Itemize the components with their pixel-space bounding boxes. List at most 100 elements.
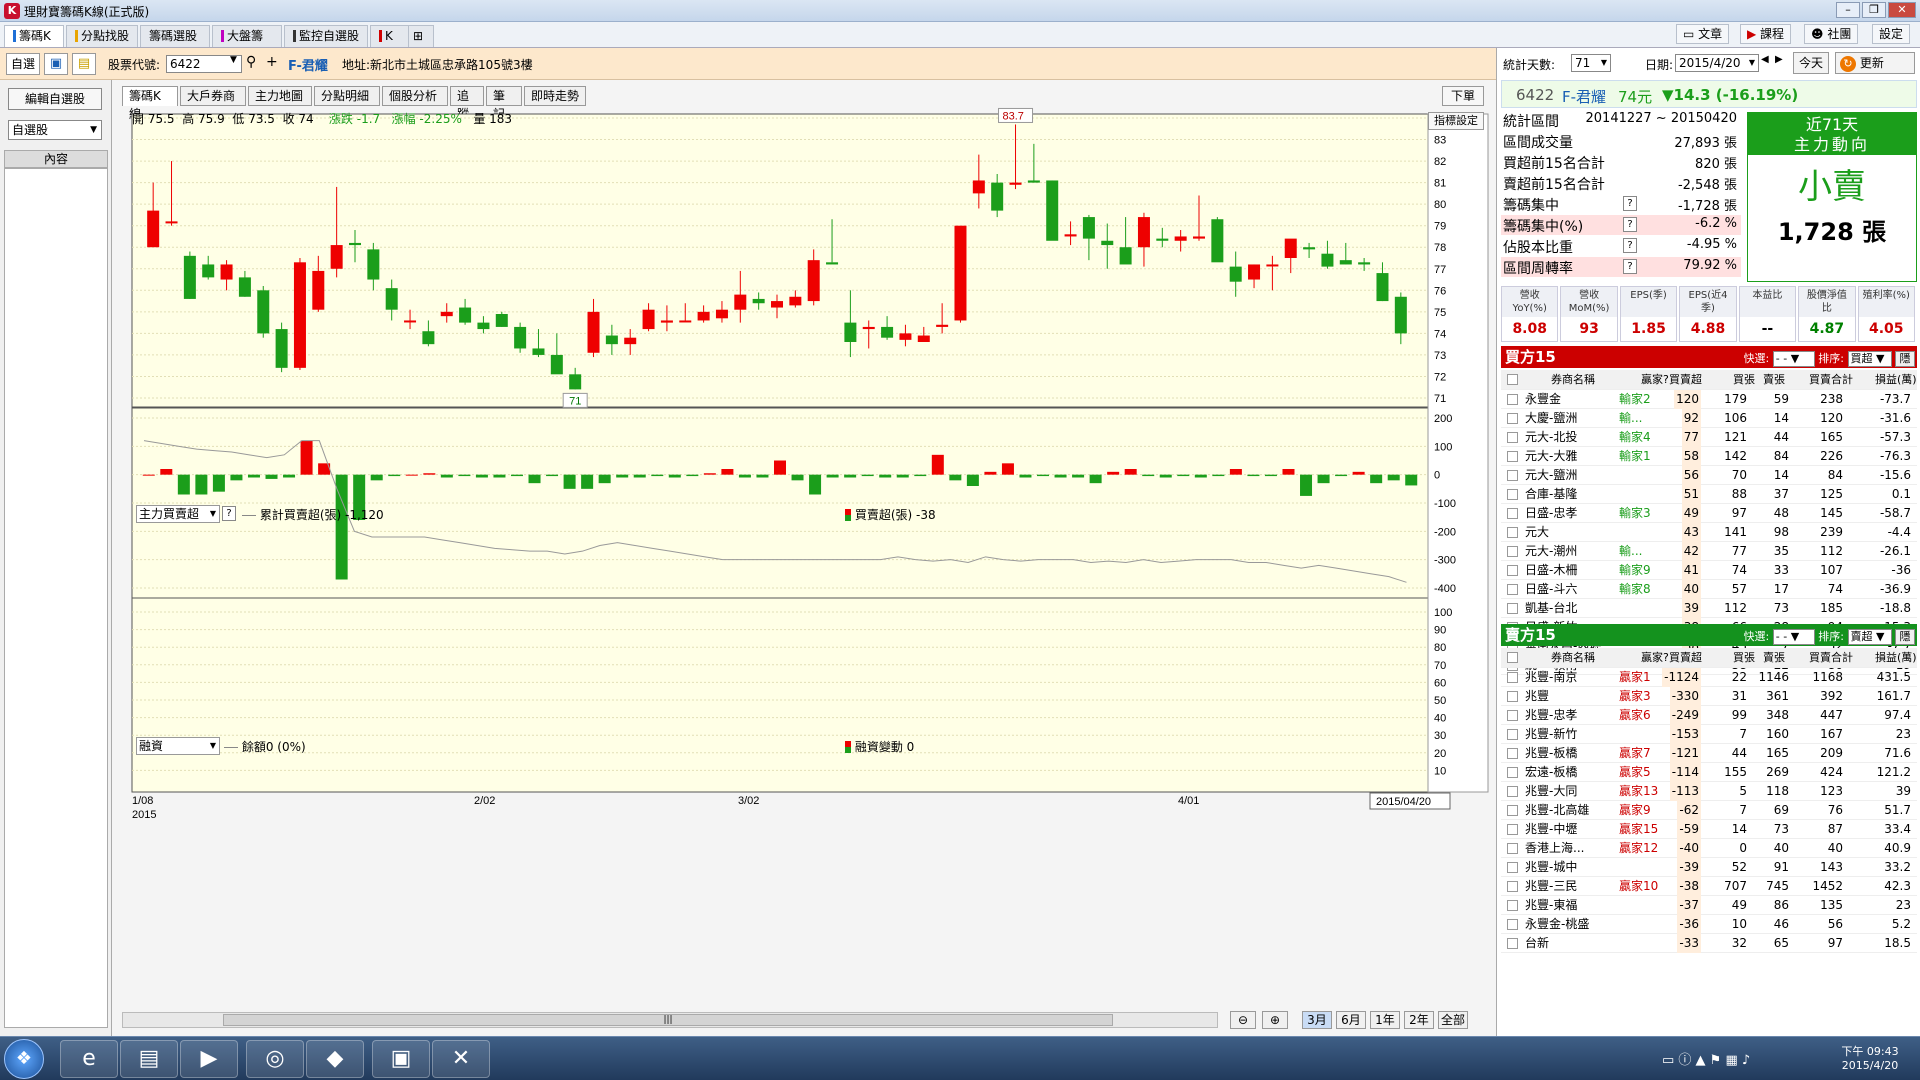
net-buy-bar[interactable] [861, 474, 874, 477]
article-button[interactable]: ▭ 文章 [1676, 24, 1730, 44]
broker-name[interactable]: 大慶-鹽洲 [1525, 409, 1577, 428]
net-buy-bar[interactable] [458, 474, 471, 477]
row-checkbox[interactable] [1507, 584, 1518, 595]
candle-body[interactable] [385, 288, 398, 310]
broker-row[interactable]: 兆豐-忠孝 贏家6 -249 99 348 447 97.4 [1501, 706, 1917, 725]
broker-row[interactable]: 元大-潮州 輸... 42 77 35 112 -26.1 [1501, 542, 1917, 561]
help-icon[interactable]: ? [1623, 238, 1637, 253]
net-buy-bar[interactable] [1335, 474, 1348, 477]
zoom-range-button[interactable]: 3月 [1302, 1011, 1332, 1029]
minimize-button[interactable]: – [1836, 2, 1860, 18]
net-buy-bar[interactable] [879, 474, 892, 478]
net-buy-bar[interactable] [230, 474, 243, 481]
zoom-range-button[interactable]: 1年 [1370, 1011, 1400, 1029]
column-header[interactable]: 券商名稱 [1551, 648, 1595, 667]
candle-body[interactable] [899, 333, 912, 340]
net-buy-bar[interactable] [1124, 469, 1137, 475]
candle-body[interactable] [1394, 296, 1407, 334]
candle-body[interactable] [624, 337, 637, 345]
row-checkbox[interactable] [1507, 938, 1518, 949]
net-buy-bar[interactable] [756, 474, 769, 478]
broker-row[interactable]: 日盛-木柵 輸家9 41 74 33 107 -36 [1501, 561, 1917, 580]
scrollbar-thumb[interactable]: ||| [223, 1014, 1113, 1026]
candle-body[interactable] [1266, 264, 1279, 267]
maximize-button[interactable]: ❐ [1862, 2, 1886, 18]
net-buy-bar[interactable] [633, 474, 646, 478]
candle-body[interactable] [1358, 262, 1371, 265]
net-buy-bar[interactable] [1001, 463, 1014, 475]
candle-body[interactable] [440, 311, 453, 317]
net-buy-bar[interactable] [300, 440, 313, 475]
net-buy-bar[interactable] [791, 474, 804, 481]
candle-body[interactable] [1248, 264, 1261, 280]
help-icon[interactable]: ? [1623, 196, 1637, 211]
net-buy-bar[interactable] [265, 474, 278, 479]
broker-row[interactable]: 永豐金-桃盛 -36 10 46 56 5.2 [1501, 915, 1917, 934]
broker-row[interactable]: 元大-大雅 輸家1 58 142 84 226 -76.3 [1501, 447, 1917, 466]
broker-name[interactable]: 兆豐-三民 [1525, 877, 1577, 896]
row-checkbox[interactable] [1507, 862, 1518, 873]
row-checkbox[interactable] [1507, 710, 1518, 721]
broker-name[interactable]: 永豐金-桃盛 [1525, 915, 1589, 934]
net-buy-bar[interactable] [440, 474, 453, 478]
candle-body[interactable] [532, 348, 545, 355]
candle-body[interactable] [1321, 253, 1334, 267]
column-header[interactable]: 買賣合計 [1809, 648, 1853, 667]
next-date-icon[interactable]: ▶ [1775, 54, 1783, 65]
community-button[interactable]: ☻ 社團 [1804, 24, 1859, 44]
candle-body[interactable] [862, 326, 875, 330]
watchlist-button[interactable]: 自選 [6, 53, 40, 75]
sell-quick-select[interactable]: - - ▼ [1772, 629, 1815, 645]
net-buy-bar[interactable] [142, 474, 155, 476]
net-buy-bar[interactable] [1247, 474, 1260, 477]
net-buy-bar[interactable] [703, 473, 716, 475]
broker-name[interactable]: 凱基-台北 [1525, 599, 1577, 618]
candle-body[interactable] [642, 309, 655, 330]
folder-icon[interactable]: ▤ [120, 1040, 178, 1078]
close-button[interactable]: ✕ [1888, 2, 1916, 18]
column-header[interactable]: 賣張 [1763, 370, 1785, 389]
column-header[interactable]: 買賣超 [1669, 648, 1702, 667]
net-buy-bar[interactable] [510, 474, 523, 477]
broker-row[interactable]: 合庫-基隆 51 88 37 125 0.1 [1501, 485, 1917, 504]
broker-row[interactable]: 元大-北投 輸家4 77 121 44 165 -57.3 [1501, 428, 1917, 447]
chevron-down-icon[interactable]: ▼ [230, 55, 237, 65]
row-checkbox[interactable] [1507, 843, 1518, 854]
save-icon[interactable]: ▣ [44, 53, 68, 75]
broker-row[interactable]: 凱基-台北 39 112 73 185 -18.8 [1501, 599, 1917, 618]
row-checkbox[interactable] [1507, 527, 1518, 538]
net-buy-bar[interactable] [914, 474, 927, 477]
broker-row[interactable]: 兆豐-城中 -39 52 91 143 33.2 [1501, 858, 1917, 877]
net-buy-bar[interactable] [212, 474, 225, 492]
net-buy-bar[interactable] [1019, 474, 1032, 478]
indicator-settings-button[interactable]: 指標設定 [1428, 112, 1484, 130]
margin-dropdown[interactable]: 融資 ▼ [136, 737, 220, 755]
candle-body[interactable] [550, 354, 563, 375]
net-buy-bar[interactable] [651, 474, 664, 477]
folder-icon[interactable]: ▤ [72, 53, 96, 75]
today-button[interactable]: 今天 [1793, 52, 1829, 74]
net-buy-bar[interactable] [738, 474, 751, 478]
candle-body[interactable] [1119, 247, 1132, 265]
broker-name[interactable]: 台新 [1525, 934, 1549, 953]
net-buy-bar[interactable] [1352, 471, 1365, 475]
net-buy-bar[interactable] [1282, 469, 1295, 475]
net-buy-bar[interactable] [1300, 474, 1313, 496]
row-checkbox[interactable] [1507, 824, 1518, 835]
net-buy-bar[interactable] [1054, 474, 1067, 478]
net-buy-bar[interactable] [563, 474, 576, 489]
floppy-icon[interactable]: ▣ [372, 1040, 430, 1078]
candle-body[interactable] [1211, 219, 1224, 263]
tab-2[interactable]: 籌碼選股 [140, 25, 210, 47]
broker-name[interactable]: 兆豐-中壢 [1525, 820, 1577, 839]
broker-name[interactable]: 元大-大雅 [1525, 447, 1577, 466]
net-buy-bar[interactable] [160, 469, 173, 475]
candle-body[interactable] [1009, 182, 1022, 185]
row-checkbox[interactable] [1507, 489, 1518, 500]
net-buy-bar[interactable] [1229, 469, 1242, 475]
row-checkbox[interactable] [1507, 451, 1518, 462]
net-buy-bar[interactable] [686, 474, 699, 477]
candle-body[interactable] [972, 180, 985, 194]
net-buy-bar[interactable] [1177, 474, 1190, 477]
candle-body[interactable] [220, 264, 233, 280]
